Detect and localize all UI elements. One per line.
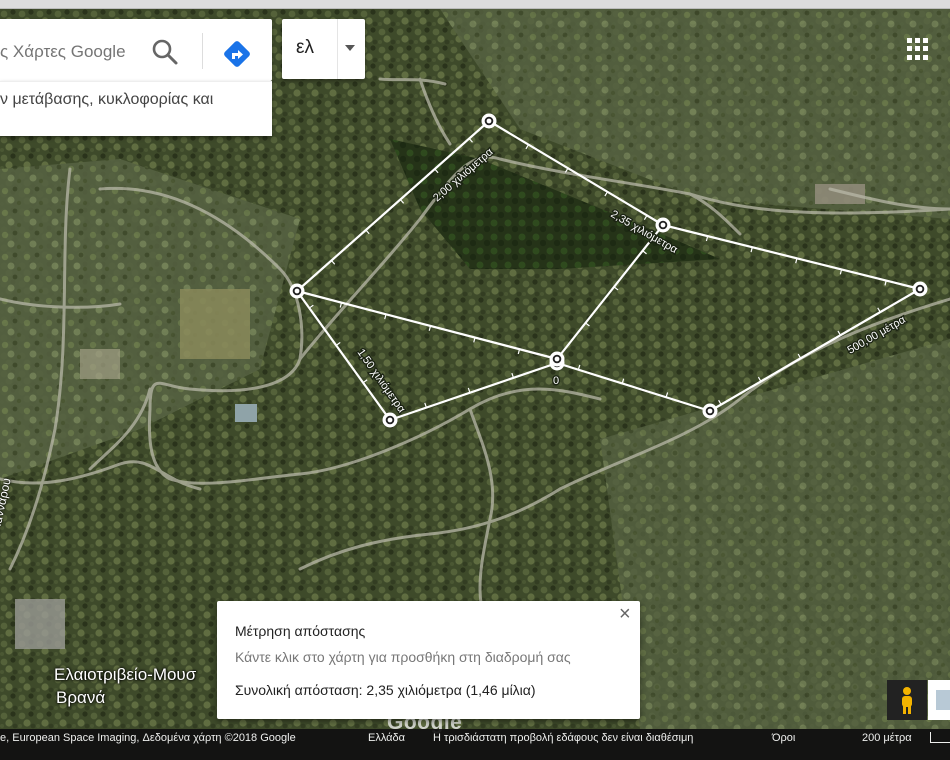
place-label-olive-mill[interactable]: Ελαιοτριβείο-Μουσ <box>54 665 196 685</box>
scale-label[interactable]: 200 μέτρα <box>862 732 912 744</box>
measure-vertex[interactable] <box>702 403 718 419</box>
distance-card: Μέτρηση απόστασης Κάντε κλικ στο χάρτη γ… <box>217 601 640 719</box>
country-link[interactable]: Ελλάδα <box>368 732 405 744</box>
apps-grid-icon[interactable] <box>907 38 929 60</box>
search-input[interactable] <box>0 39 140 65</box>
search-divider <box>202 33 203 69</box>
measure-vertex[interactable] <box>655 217 671 233</box>
imagery-thumbnail[interactable] <box>928 680 950 720</box>
scale-bar <box>930 732 950 743</box>
language-label: ελ <box>296 37 314 58</box>
pegman-icon <box>902 687 912 714</box>
caret-down-icon[interactable] <box>345 45 355 51</box>
attribution-text: e, European Space Imaging, Δεδομένα χάρτ… <box>0 732 296 744</box>
distance-card-total: Συνολική απόσταση: 2,35 χιλιόμετρα (1,46… <box>235 682 536 698</box>
place-label-vrana[interactable]: Βρανά <box>56 688 105 708</box>
close-icon[interactable]: × <box>619 604 631 624</box>
terms-link[interactable]: Όροι <box>772 732 795 744</box>
search-box <box>0 19 272 81</box>
measure-vertex[interactable] <box>289 283 305 299</box>
measure-vertex[interactable] <box>481 113 497 129</box>
measure-vertex[interactable] <box>382 412 398 428</box>
map-footer: e, European Space Imaging, Δεδομένα χάρτ… <box>0 729 950 760</box>
terrain-message: Η τρισδιάστατη προβολή εδάφους δεν είναι… <box>433 732 694 744</box>
distance-card-title: Μέτρηση απόστασης <box>235 623 366 639</box>
browser-top-strip <box>0 0 950 9</box>
language-divider <box>337 19 338 79</box>
pegman-button[interactable] <box>887 680 927 720</box>
language-button[interactable]: ελ <box>282 19 365 79</box>
search-suggestion-text: ν μετάβασης, κυκλοφορίας και <box>0 91 214 108</box>
segment-label-5: 0 <box>553 375 559 387</box>
search-icon[interactable] <box>150 37 180 67</box>
search-suggestion-line[interactable]: ν μετάβασης, κυκλοφορίας και <box>0 81 272 136</box>
measure-vertex[interactable] <box>912 281 928 297</box>
directions-icon[interactable] <box>220 37 254 71</box>
distance-card-hint: Κάντε κλικ στο χάρτη για προσθήκη στη δι… <box>235 649 571 665</box>
measure-vertex[interactable] <box>549 351 565 367</box>
